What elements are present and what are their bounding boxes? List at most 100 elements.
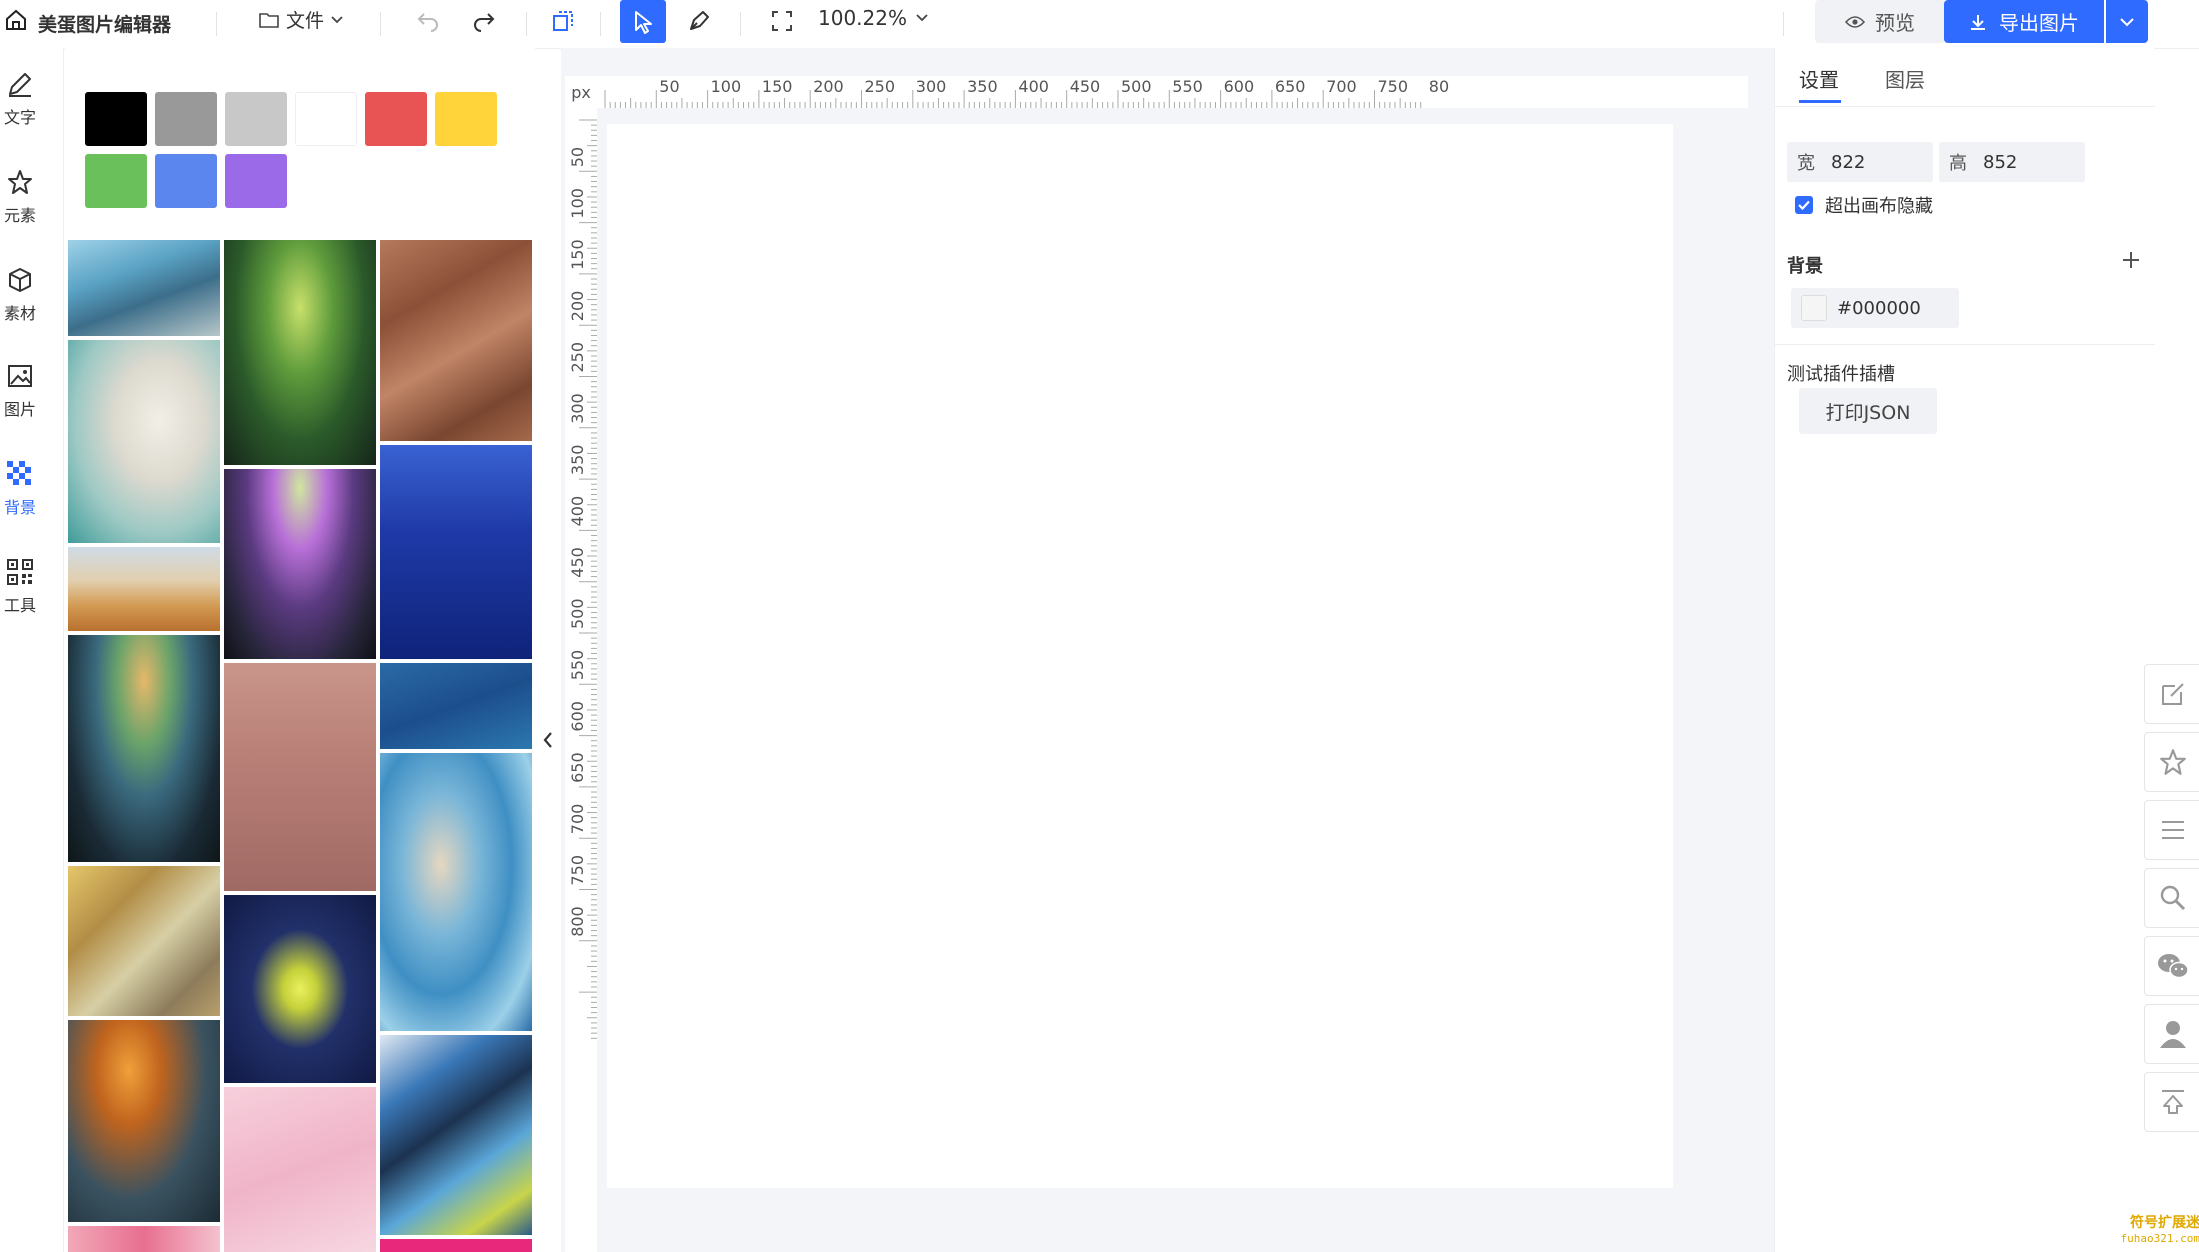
color-preview-swatch[interactable] [1801,295,1827,321]
ruler-tick-label: 500 [1121,77,1152,96]
search-icon [2159,884,2187,912]
color-swatch[interactable] [155,154,217,208]
ruler-tick-label: 500 [568,598,587,629]
color-swatch[interactable] [435,92,497,146]
background-thumbnail[interactable] [68,340,220,543]
background-thumbnail[interactable] [68,1020,220,1222]
tab-settings[interactable]: 设置 [1799,64,1839,93]
qr-icon [6,558,34,586]
artboard-canvas[interactable] [607,124,1673,1188]
nav-item-tools[interactable]: 工具 [0,558,40,638]
preview-button[interactable]: 预览 [1815,0,1945,43]
file-menu-button[interactable]: 文件 [258,6,344,33]
color-swatch[interactable] [295,92,357,146]
wechat-icon [2156,951,2190,981]
floating-menu-button[interactable] [2144,800,2199,860]
tab-layers[interactable]: 图层 [1885,64,1925,93]
background-thumbnail[interactable] [68,635,220,862]
user-icon [2158,1018,2188,1050]
background-thumbnail[interactable] [224,469,376,659]
background-thumbnail[interactable] [380,445,532,659]
background-thumbnail[interactable] [224,895,376,1083]
ruler-tick-label: 350 [568,445,587,476]
fullscreen-icon[interactable] [770,9,794,33]
floating-favorite-button[interactable] [2144,732,2199,792]
preview-label: 预览 [1875,11,1915,35]
ruler-tick-label: 600 [568,701,587,732]
nav-item-elements[interactable]: 元素 [0,168,40,248]
watermark-title: 符号扩展迷 [2130,1215,2199,1231]
top-toolbar: 美蛋图片编辑器 文件 100.22% 预览 导出图片 [0,0,2199,48]
toolbar-divider [740,12,741,36]
background-color-value: #000000 [1837,297,1921,319]
ruler-tick-label: 450 [1070,77,1101,96]
clip-overflow-checkbox[interactable]: 超出画布隐藏 [1795,192,1933,218]
nav-item-label: 元素 [3,206,36,225]
floating-back-to-top-button[interactable] [2144,1072,2199,1132]
nav-item-background[interactable]: 背景 [0,460,40,540]
background-thumbnail[interactable] [68,866,220,1016]
floating-edit-button[interactable] [2144,664,2199,724]
floating-search-button[interactable] [2144,868,2199,928]
zoom-level: 100.22% [818,6,907,30]
color-swatch[interactable] [225,154,287,208]
properties-panel: 设置 图层 宽 822 高 852 超出画布隐藏 背景 #000000 测试插件… [1774,48,2155,1252]
ruler-tick-label: 750 [568,855,587,886]
nav-item-text[interactable]: 文字 [0,70,40,150]
collapse-panel-button[interactable] [535,700,561,780]
ruler-horizontal: 50 100 150 200 250 300 350 400 450 500 550 600 650 70… [565,76,1748,108]
ruler-tick-label: 80 [1429,77,1449,96]
site-watermark: 符号扩展迷 fuhao321.com [2100,1212,2199,1252]
color-swatch[interactable] [85,92,147,146]
home-icon[interactable] [4,8,28,32]
ruler-tick-label: 50 [568,147,587,167]
section-divider [1775,344,2155,345]
print-json-button[interactable]: 打印JSON [1799,388,1937,434]
ruler-horizontal-ticks: 50 100 150 200 250 300 350 400 450 500 550 600 650 70… [604,77,1449,108]
background-thumbnail[interactable] [68,547,220,631]
floating-wechat-button[interactable] [2144,936,2199,996]
export-options-button[interactable] [2106,0,2148,43]
background-thumbnail[interactable] [380,753,532,1031]
select-tool-button[interactable] [620,0,666,43]
background-thumbnail[interactable] [68,1226,220,1252]
cube-icon [6,266,34,294]
background-thumbnail[interactable] [380,1239,532,1252]
nav-item-materials[interactable]: 素材 [0,266,40,346]
color-swatch[interactable] [365,92,427,146]
background-thumbnail[interactable] [68,240,220,336]
chevron-down-icon [915,13,929,23]
background-thumbnail[interactable] [224,1087,376,1252]
width-field[interactable]: 宽 822 [1787,142,1933,182]
background-thumbnail[interactable] [224,240,376,465]
width-value: 822 [1831,151,1866,173]
background-thumbnail[interactable] [380,240,532,441]
undo-icon[interactable] [416,8,442,32]
height-field[interactable]: 高 852 [1939,142,2085,182]
copy-layer-icon[interactable] [550,8,576,34]
redo-icon[interactable] [470,8,496,32]
background-thumbnail[interactable] [380,1035,532,1235]
pen-tool-icon[interactable] [686,8,712,34]
toolbar-divider [216,12,217,36]
background-thumbnail[interactable] [380,663,532,749]
ruler-vertical: 50 100 150 200 250 300 350 400 450 500 550 600 650 70… [565,76,597,1252]
color-swatch[interactable] [85,154,147,208]
color-swatch[interactable] [225,92,287,146]
floating-contact-button[interactable] [2144,1004,2199,1064]
export-image-button[interactable]: 导出图片 [1944,0,2104,43]
ruler-tick-label: 100 [711,77,742,96]
add-background-icon[interactable] [2121,250,2141,270]
cursor-icon [631,9,655,35]
background-color-field[interactable]: #000000 [1791,288,1959,328]
nav-item-label: 图片 [3,400,36,419]
nav-item-images[interactable]: 图片 [0,362,40,442]
file-menu-label: 文件 [286,10,325,32]
zoom-select[interactable]: 100.22% [818,6,929,30]
ruler-tick-label: 50 [659,77,679,96]
ruler-tick-label: 700 [1326,77,1357,96]
tab-settings-label: 设置 [1799,68,1839,92]
background-thumbnail[interactable] [224,663,376,891]
ruler-tick-label: 250 [865,77,896,96]
color-swatch[interactable] [155,92,217,146]
